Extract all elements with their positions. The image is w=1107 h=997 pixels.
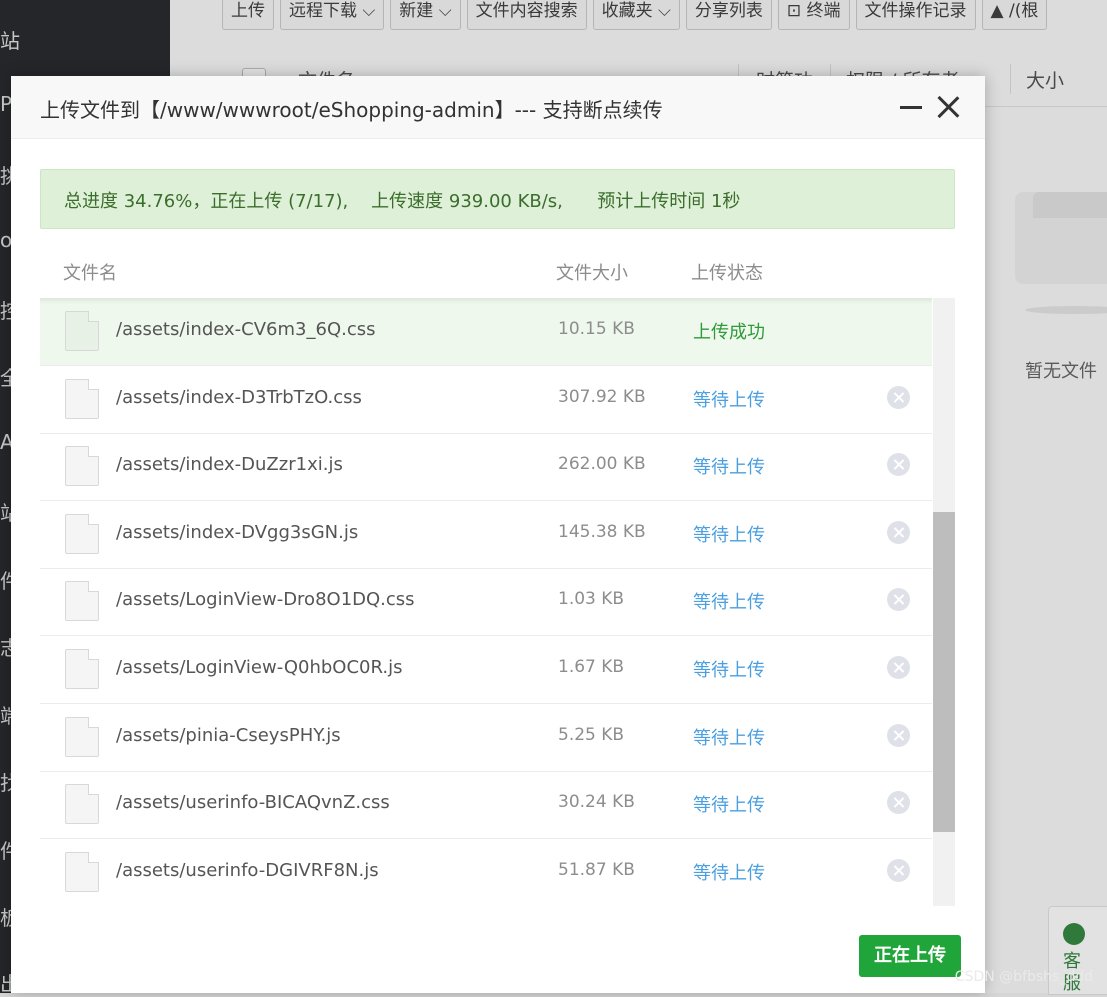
header-status: 上传状态: [691, 263, 763, 284]
upload-file-list[interactable]: /assets/index-CV6m3_6Q.css 10.15 KB 上传成功/a…: [40, 298, 955, 906]
file-row: /assets/index-DuZzr1xi.js 262.00 KB 等待上传: [40, 433, 932, 502]
file-status: 上传成功: [693, 322, 765, 343]
dialog-title: 上传文件到【/www/wwwroot/eShopping-admin】--- 支…: [40, 98, 663, 122]
toolbar-button[interactable]: 分享列表: [685, 0, 772, 30]
remove-file-icon[interactable]: [887, 723, 910, 747]
file-size: 10.15 KB: [558, 319, 635, 339]
file-icon: [65, 851, 99, 892]
file-icon: [65, 716, 99, 757]
file-status: 等待上传: [693, 389, 765, 411]
file-status: 等待上传: [693, 727, 765, 749]
file-size: 5.25 KB: [558, 724, 625, 745]
file-size: 1.67 KB: [558, 657, 625, 677]
toolbar-button[interactable]: 文件操作记录: [855, 0, 976, 30]
file-row: /assets/pinia-CseysPHY.js 5.25 KB 等待上传: [40, 704, 932, 772]
file-name: /assets/userinfo-DGIVRF8N.js: [116, 859, 379, 881]
toolbar-button[interactable]: 新建 ⌵: [390, 0, 461, 30]
file-icon: [65, 378, 99, 419]
file-row: /assets/index-CV6m3_6Q.css 10.15 KB 上传成功: [40, 298, 932, 366]
remove-file-icon[interactable]: [887, 385, 910, 409]
file-size: 1.03 KB: [558, 589, 625, 610]
file-row: /assets/index-DVgg3sGN.js 145.38 KB 等待上传: [40, 501, 932, 569]
toolbar-button[interactable]: ⊡ 终端: [777, 0, 850, 30]
remove-file-icon[interactable]: [887, 588, 910, 612]
file-name: /assets/LoginView-Dro8O1DQ.css: [116, 589, 415, 611]
file-size: 307.92 KB: [558, 386, 646, 407]
file-status: 等待上传: [693, 862, 765, 884]
file-list-header: 文件名 文件大小 上传状态: [40, 246, 955, 298]
file-icon: [65, 649, 99, 689]
close-icon[interactable]: [935, 94, 961, 120]
toolbar-button[interactable]: ▲ /(根: [981, 0, 1048, 30]
empty-text: 暂无文件: [1025, 361, 1097, 382]
file-name: /assets/pinia-CseysPHY.js: [116, 724, 341, 746]
column-size[interactable]: 大小: [1026, 66, 1064, 93]
file-icon: [65, 784, 99, 825]
remove-file-icon[interactable]: [887, 453, 910, 477]
file-name: /assets/index-CV6m3_6Q.css: [116, 319, 376, 340]
file-size: 145.38 KB: [558, 521, 646, 542]
progress-text: 总进度 34.76%，正在上传 (7/17), 上传速度 939.00 KB/s…: [64, 191, 741, 212]
file-row: /assets/userinfo-BICAQvnZ.css 30.24 KB 等待上…: [40, 771, 932, 840]
file-status: 等待上传: [693, 457, 765, 479]
remove-file-icon[interactable]: [887, 791, 910, 815]
scrollbar[interactable]: [933, 298, 955, 906]
file-row: /assets/index-D3TrbTzO.css 307.92 KB 等待上传: [40, 366, 932, 434]
file-row: /assets/LoginView-Q0hbOC0R.js 1.67 KB 等待上传: [40, 636, 932, 704]
minimize-icon[interactable]: [899, 94, 923, 118]
file-name: /assets/index-DVgg3sGN.js: [116, 521, 359, 543]
upload-progress-summary: 总进度 34.76%，正在上传 (7/17), 上传速度 939.00 KB/s…: [40, 169, 955, 229]
scrollbar-thumb[interactable]: [933, 512, 955, 832]
remove-file-icon[interactable]: [887, 858, 910, 882]
file-status: 等待上传: [693, 524, 765, 546]
toolbar-button[interactable]: 远程下载 ⌵: [280, 0, 385, 30]
file-name: /assets/index-DuZzr1xi.js: [116, 454, 343, 476]
file-icon: [65, 513, 99, 554]
upload-dialog: 上传文件到【/www/wwwroot/eShopping-admin】--- 支…: [11, 76, 985, 993]
toolbar-button[interactable]: 收藏夹 ⌵: [592, 0, 680, 30]
empty-box-icon: [1015, 192, 1107, 284]
header-filesize: 文件大小: [556, 263, 628, 284]
remove-file-icon[interactable]: [887, 656, 910, 679]
uploading-button[interactable]: 正在上传: [859, 935, 961, 977]
file-row: /assets/LoginView-Dro8O1DQ.css 1.03 KB 等待上…: [40, 568, 932, 637]
file-name: /assets/LoginView-Q0hbOC0R.js: [116, 657, 403, 678]
file-size: 51.87 KB: [558, 859, 635, 880]
watermark: CSDN @bfbshs_ddd: [954, 969, 1093, 985]
file-icon: [65, 446, 99, 487]
file-status: 等待上传: [693, 592, 765, 614]
remove-file-icon[interactable]: [887, 520, 910, 544]
file-status: 等待上传: [693, 795, 765, 817]
file-status: 等待上传: [693, 660, 765, 681]
toolbar-button[interactable]: 上传: [222, 0, 274, 30]
toolbar-button[interactable]: 文件内容搜索: [466, 0, 587, 30]
background-toolbar: 上传 远程下载 ⌵ 新建 ⌵ 文件内容搜索 收藏夹 ⌵ 分享列表 ⊡ 终端 文件操作记录 ▲ /…: [222, 0, 1048, 30]
file-size: 262.00 KB: [558, 454, 646, 475]
header-filename: 文件名: [63, 263, 117, 284]
sidebar-item[interactable]: 站: [0, 25, 20, 54]
file-name: /assets/userinfo-BICAQvnZ.css: [116, 792, 390, 814]
headset-icon: [1063, 923, 1085, 945]
file-icon: [65, 581, 99, 622]
dialog-header: 上传文件到【/www/wwwroot/eShopping-admin】--- 支…: [11, 76, 985, 139]
file-name: /assets/index-D3TrbTzO.css: [116, 386, 362, 408]
file-row: /assets/userinfo-DGIVRF8N.js 51.87 KB 等待上传: [40, 839, 932, 906]
file-icon: [65, 311, 99, 351]
file-size: 30.24 KB: [558, 792, 635, 813]
